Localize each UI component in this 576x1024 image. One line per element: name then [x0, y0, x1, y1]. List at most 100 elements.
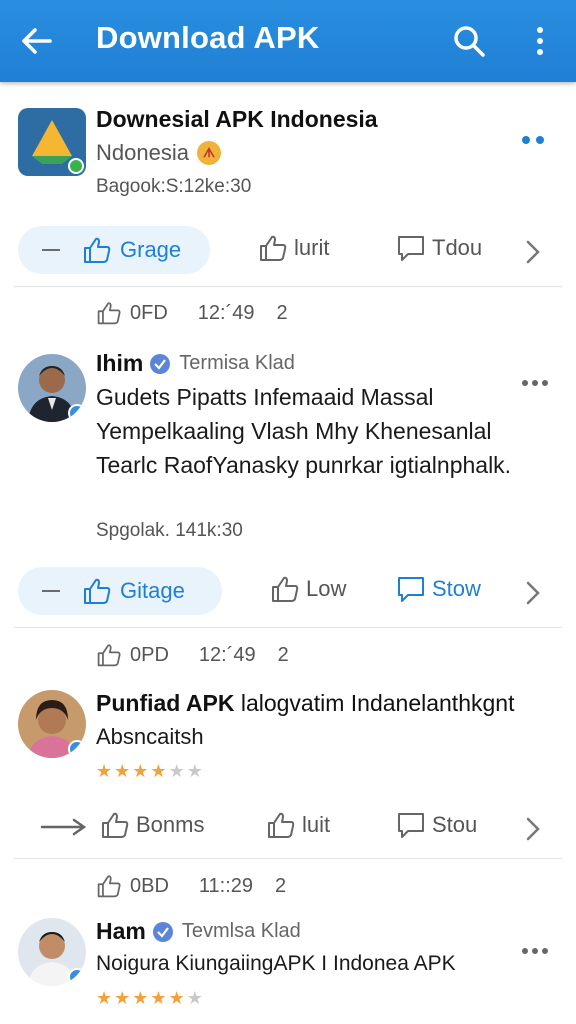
arrow-right-icon[interactable]	[40, 817, 88, 837]
verified-icon	[150, 353, 171, 374]
stat-count: 2	[276, 301, 288, 324]
minus-icon	[42, 249, 60, 251]
comment-label: Stou	[432, 812, 478, 837]
thumbs-up-icon	[272, 576, 299, 602]
stat-count: 2	[275, 874, 287, 897]
author-role: Termisa Klad	[179, 352, 295, 374]
stats-row: 0BD 11::29 2	[96, 871, 286, 901]
page-title: Download APK	[96, 20, 320, 55]
like-label: luit	[302, 812, 331, 837]
stat-time: 12:´49	[198, 643, 256, 666]
verified-badge-icon	[68, 740, 86, 758]
comment-button[interactable]: Tdou	[396, 234, 482, 262]
divider	[14, 286, 562, 287]
like-button[interactable]: lurit	[258, 234, 329, 262]
verified-icon	[152, 921, 173, 942]
action-row: Bonms luit Stou	[0, 799, 576, 857]
action-row: Grage lurit Tdou	[0, 222, 576, 280]
react-pill-button[interactable]: Gitage	[18, 567, 222, 615]
avatar[interactable]	[18, 354, 86, 422]
app-bar: Download APK	[0, 0, 576, 82]
back-arrow-icon[interactable]	[18, 22, 56, 60]
post-meta: Spgolak. 141k:30	[96, 520, 243, 541]
rating-stars: ★ ★ ★ ★ ★ ★	[96, 761, 203, 781]
post-header: Ham Tevmlsa Klad	[96, 918, 301, 945]
author-role: Tevmlsa Klad	[181, 920, 301, 942]
like-button[interactable]: Low	[270, 575, 346, 603]
comment-button[interactable]: Stou	[396, 811, 477, 839]
author-name: Ham	[96, 918, 146, 944]
stat-count: 2	[277, 643, 289, 666]
thumbs-up-icon	[268, 812, 295, 838]
comment-button[interactable]: Stow	[396, 575, 481, 603]
avatar[interactable]	[18, 918, 86, 986]
post-subtitle: Absncaitsh	[96, 724, 204, 749]
verified-badge-icon	[68, 158, 84, 174]
post-text: Noigura KiungaiingAPK I Indonea APK	[96, 952, 456, 975]
app-card[interactable]: Downesial APK Indonesia Ndonesia ᗑ Bagoo…	[0, 98, 576, 218]
comment-label: Tdou	[432, 235, 483, 260]
stat-value: 0BD	[130, 874, 169, 897]
star-icon: ★	[96, 988, 113, 1008]
post-header: Punfiad APK lalogvatim Indanelanthkgnt	[96, 690, 514, 717]
minus-icon	[42, 590, 60, 592]
search-icon[interactable]	[450, 22, 488, 60]
thumbs-up-icon	[97, 875, 121, 898]
post-title: Punfiad APK lalogvatim Indanelanthkgnt	[96, 690, 514, 717]
like-label: Low	[306, 576, 347, 601]
thumbs-up-icon	[84, 578, 111, 604]
more-vert-icon[interactable]	[528, 22, 552, 60]
chevron-right-icon[interactable]	[524, 579, 542, 607]
comment-icon	[398, 813, 424, 838]
star-icon: ★	[114, 988, 131, 1008]
stat-value: 0PD	[130, 643, 169, 666]
like-label: lurit	[294, 235, 330, 260]
star-icon: ★	[150, 988, 167, 1008]
star-icon: ★	[168, 988, 185, 1008]
verified-badge-icon	[68, 404, 86, 422]
action-row: Gitage Low Stow	[0, 563, 576, 621]
verified-badge-icon	[68, 968, 86, 986]
chevron-right-icon[interactable]	[524, 238, 542, 266]
app-name: Downesial APK Indonesia	[96, 106, 378, 132]
thumbs-up-icon	[102, 812, 129, 838]
post-title-rest: lalogvatim Indanelanthkgnt	[234, 690, 515, 716]
avatar[interactable]	[18, 690, 86, 758]
divider	[14, 627, 562, 628]
post-header: Ihim Termisa Klad	[96, 350, 295, 377]
stat-time: 12:´49	[197, 301, 255, 324]
comment-icon	[398, 577, 424, 602]
app-meta: Bagook:S:12ke:30	[96, 176, 252, 197]
star-icon: ★	[114, 761, 131, 781]
coin-icon: ᗑ	[196, 141, 221, 165]
react-button[interactable]: Bonms	[100, 811, 204, 839]
star-icon: ★	[150, 761, 167, 781]
author-name: Ihim	[96, 350, 144, 376]
star-icon: ★	[168, 761, 185, 781]
pill-label: Gitage	[120, 578, 185, 603]
app-subtitle: Ndonesia	[96, 140, 189, 165]
chevron-right-icon[interactable]	[524, 815, 542, 843]
stats-row: 0PD 12:´49 2	[96, 640, 289, 670]
post-title-bold: Punfiad APK	[96, 690, 235, 716]
pill-label: Grage	[120, 237, 182, 262]
star-icon: ★	[186, 761, 203, 781]
react-pill-button[interactable]: Grage	[18, 226, 210, 274]
react-label: Bonms	[136, 812, 205, 837]
stat-time: 11::29	[198, 874, 254, 897]
more-horiz-icon[interactable]	[522, 136, 548, 146]
star-icon: ★	[186, 988, 203, 1008]
app-logo-icon	[18, 108, 86, 176]
stats-row: 0FD 12:´49 2	[96, 298, 288, 328]
star-icon: ★	[96, 761, 113, 781]
comment-label: Stow	[432, 576, 481, 601]
like-button[interactable]: luit	[266, 811, 330, 839]
post-text: Gudets Pipatts Infemaaid Massal Yempelka…	[96, 384, 512, 478]
divider	[14, 858, 562, 859]
thumbs-up-icon	[260, 235, 287, 261]
rating-stars: ★ ★ ★ ★ ★ ★	[96, 988, 203, 1008]
star-icon: ★	[132, 761, 149, 781]
comment-icon	[398, 236, 424, 261]
star-icon: ★	[132, 988, 149, 1008]
stat-value: 0FD	[130, 301, 168, 324]
